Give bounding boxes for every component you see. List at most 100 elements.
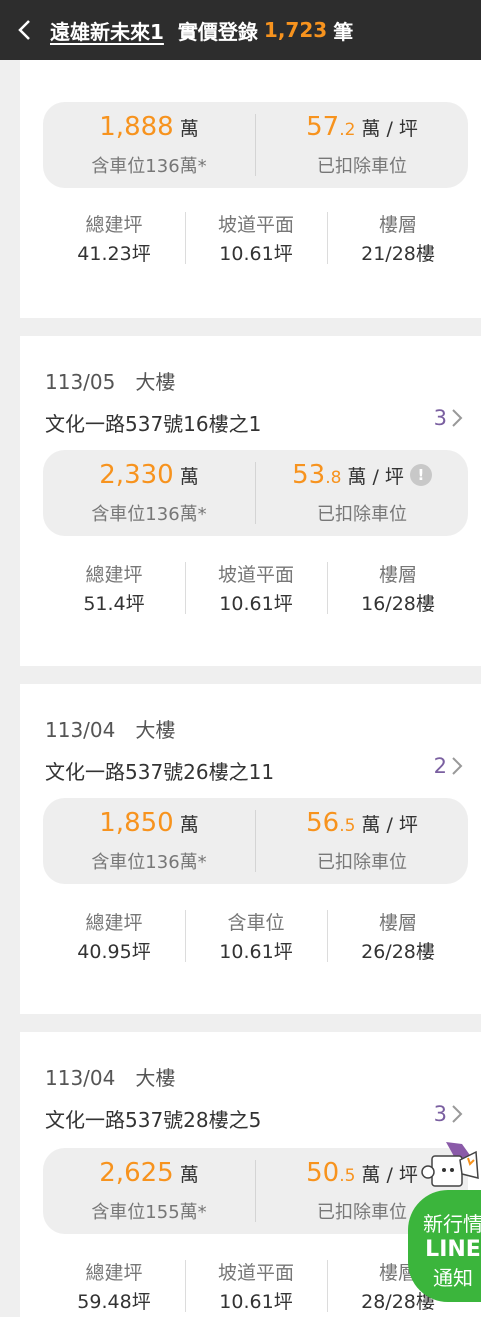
- transaction-count-link[interactable]: 3: [434, 406, 463, 430]
- mascot-icon: [421, 1142, 479, 1187]
- total-price: 2,330 萬 含車位136萬*: [43, 450, 255, 536]
- stat-parking: 坡道平面 10.61坪: [185, 210, 327, 266]
- transaction-count: 2: [433, 754, 447, 778]
- total-price: 2,625 萬 含車位155萬*: [43, 1148, 255, 1234]
- building-type: 大樓: [135, 718, 176, 742]
- unit-price-int: 56: [306, 808, 340, 838]
- stat-label: 坡道平面: [217, 564, 294, 586]
- address: 文化一路537號28樓之5: [45, 1108, 262, 1132]
- stat-label: 樓層: [378, 912, 417, 934]
- address: 文化一路537號16樓之1: [45, 412, 262, 436]
- total-price-value: 1,888: [99, 112, 174, 142]
- price-box: 2,625 萬 含車位155萬* 50.5 萬 / 坪 已扣除車位: [43, 1148, 468, 1234]
- stat-label: 樓層: [378, 564, 417, 586]
- chevron-right-icon: [452, 757, 463, 775]
- stat-area: 總建坪 40.95坪: [43, 908, 185, 964]
- record-count-unit: 筆: [333, 19, 354, 44]
- unit-price-note: 已扣除車位: [317, 852, 407, 873]
- line-notify-label-1: 新行情: [423, 1212, 481, 1236]
- unit-price-dec: .5: [339, 1166, 356, 1186]
- transaction-date: 113/04: [45, 1066, 116, 1090]
- stat-floor: 樓層 16/28樓: [327, 560, 469, 616]
- stat-value: 41.23坪: [77, 243, 151, 265]
- stat-label: 含車位: [227, 912, 285, 934]
- total-price: 1,888 萬 含車位136萬*: [43, 102, 255, 188]
- app-header: 遠雄新未來1 實價登錄 1,723 筆: [0, 0, 481, 60]
- unit-price-int: 53: [292, 460, 326, 490]
- stats-row: 總建坪 40.95坪 含車位 10.61坪 樓層 26/28樓: [43, 908, 469, 964]
- unit-price-unit: 萬 / 坪: [361, 118, 418, 140]
- parking-note: 含車位155萬*: [91, 1202, 207, 1223]
- stat-parking: 坡道平面 10.61坪: [185, 1258, 327, 1314]
- parking-note: 含車位136萬*: [91, 852, 207, 873]
- transaction-meta: 113/05 大樓: [45, 366, 175, 395]
- total-price-unit: 萬: [179, 466, 199, 488]
- info-icon[interactable]: !: [409, 464, 432, 486]
- price-box: 1,888 萬 含車位136萬* 57.2 萬 / 坪 已扣除車位: [43, 102, 468, 188]
- stat-area: 總建坪 51.4坪: [43, 560, 185, 616]
- address: 文化一路537號26樓之11: [45, 760, 275, 784]
- building-type: 大樓: [135, 1066, 176, 1090]
- unit-price-note: 已扣除車位: [317, 156, 407, 177]
- stat-label: 樓層: [378, 214, 417, 236]
- stat-value: 59.48坪: [77, 1291, 151, 1313]
- unit-price: 53.8 萬 / 坪! 已扣除車位: [256, 450, 468, 536]
- transaction-count: 3: [433, 406, 447, 430]
- unit-price-dec: .5: [339, 816, 356, 836]
- total-price-unit: 萬: [179, 814, 199, 836]
- total-price-value: 2,330: [99, 460, 174, 490]
- stats-row: 總建坪 59.48坪 坡道平面 10.61坪 樓層 28/28樓: [43, 1258, 468, 1314]
- unit-price-dec: .2: [339, 120, 356, 140]
- parking-note: 含車位136萬*: [91, 156, 207, 177]
- chevron-right-icon: [452, 409, 463, 427]
- back-button[interactable]: [0, 0, 50, 60]
- stat-label: 總建坪: [85, 564, 143, 586]
- stat-value: 10.61坪: [219, 941, 293, 963]
- total-price-value: 1,850: [99, 808, 174, 838]
- transaction-meta: 113/04 大樓: [45, 1062, 175, 1091]
- stat-value: 26/28樓: [361, 941, 435, 963]
- transaction-count-link[interactable]: 2: [434, 754, 463, 778]
- building-type: 大樓: [135, 370, 176, 394]
- stat-area: 總建坪 41.23坪: [43, 210, 185, 266]
- stat-label: 坡道平面: [217, 1262, 294, 1284]
- unit-price-unit: 萬 / 坪: [347, 466, 404, 488]
- unit-price: 57.2 萬 / 坪 已扣除車位: [256, 102, 468, 188]
- stat-floor: 樓層 21/28樓: [327, 210, 469, 266]
- transaction-card[interactable]: 113/04 大樓 文化一路537號26樓之11 2 1,850 萬 含車位136萬…: [20, 684, 481, 1014]
- line-notify-button[interactable]: 新行情 LINE 通知: [408, 1190, 481, 1302]
- transaction-date: 113/05: [45, 370, 116, 394]
- total-price-unit: 萬: [179, 1164, 199, 1186]
- unit-price-int: 57: [306, 112, 340, 142]
- total-price-unit: 萬: [179, 118, 199, 140]
- stat-area: 總建坪 59.48坪: [43, 1258, 185, 1314]
- unit-price-int: 50: [306, 1158, 340, 1188]
- line-notify-label-3: 通知: [433, 1266, 473, 1290]
- stat-label: 總建坪: [85, 214, 143, 236]
- transaction-meta: 113/04 大樓: [45, 714, 175, 743]
- stat-parking: 含車位 10.61坪: [185, 908, 327, 964]
- transaction-count: 3: [433, 1102, 447, 1126]
- stat-label: 坡道平面: [217, 214, 294, 236]
- stat-value: 51.4坪: [83, 593, 145, 615]
- stat-value: 10.61坪: [219, 593, 293, 615]
- total-price-value: 2,625: [99, 1158, 174, 1188]
- price-box: 1,850 萬 含車位136萬* 56.5 萬 / 坪 已扣除車位: [43, 798, 468, 884]
- price-box: 2,330 萬 含車位136萬* 53.8 萬 / 坪! 已扣除車位: [43, 450, 468, 536]
- stat-label: 總建坪: [85, 912, 143, 934]
- stat-value: 40.95坪: [77, 941, 151, 963]
- transaction-count-link[interactable]: 3: [434, 1102, 463, 1126]
- stat-label: 總建坪: [85, 1262, 143, 1284]
- unit-price-unit: 萬 / 坪: [361, 814, 418, 836]
- parking-note: 含車位136萬*: [91, 504, 207, 525]
- stat-value: 10.61坪: [219, 243, 293, 265]
- stat-floor: 樓層 26/28樓: [327, 908, 469, 964]
- project-title-link[interactable]: 遠雄新未來1: [50, 16, 164, 45]
- stats-row: 總建坪 51.4坪 坡道平面 10.61坪 樓層 16/28樓: [43, 560, 469, 616]
- unit-price: 56.5 萬 / 坪 已扣除車位: [256, 798, 468, 884]
- line-notify-label-2: LINE: [425, 1237, 481, 1262]
- transaction-card[interactable]: 113/05 大樓 文化一路537號16樓之1 3 2,330 萬 含車位136萬*…: [20, 336, 481, 666]
- unit-price-note: 已扣除車位: [317, 504, 407, 525]
- stat-value: 10.61坪: [219, 1291, 293, 1313]
- chevron-left-icon: [18, 20, 30, 40]
